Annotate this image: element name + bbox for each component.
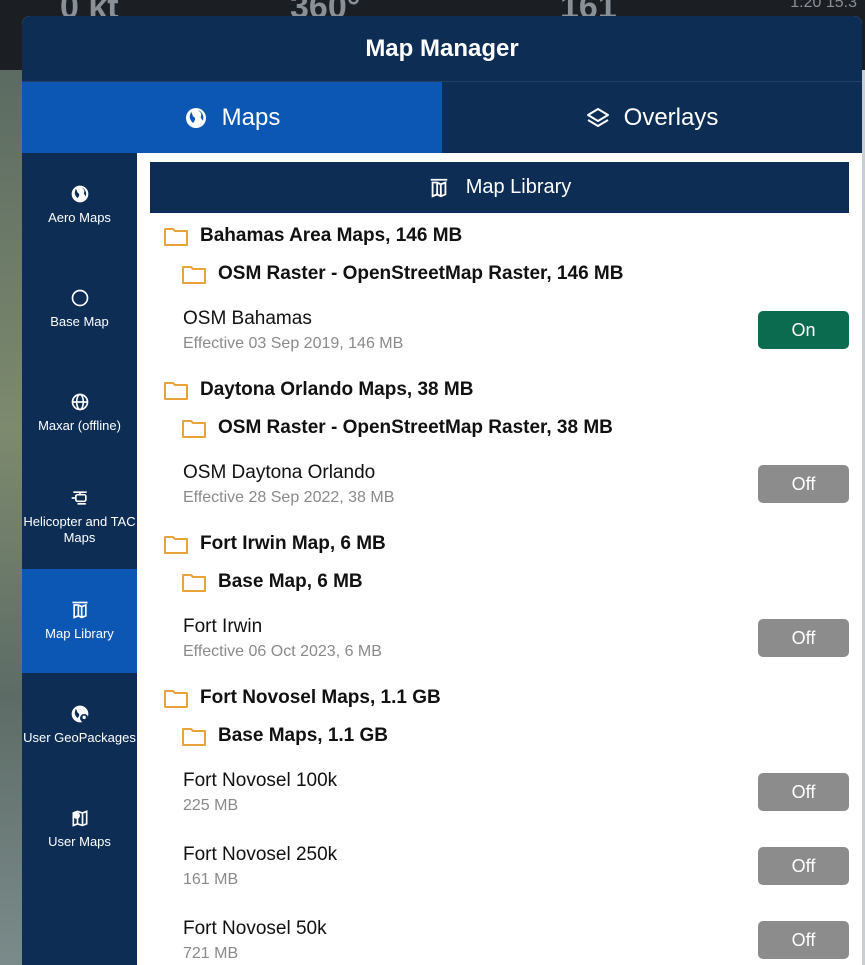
tab-overlays[interactable]: Overlays (442, 82, 862, 153)
map-detail: Effective 03 Sep 2019, 146 MB (183, 334, 404, 352)
map-library-header: Map Library (150, 162, 849, 213)
folder-icon (164, 228, 188, 246)
subfolder-label: OSM Raster - OpenStreetMap Raster, 38 MB (218, 417, 613, 438)
sidebar-item-label: Maxar (offline) (38, 418, 121, 433)
map-row: Fort Novosel 100k 225 MB Off (150, 755, 849, 829)
circle-icon (71, 289, 88, 307)
map-row: Fort Novosel 50k 721 MB Off (150, 903, 849, 965)
background-clock: 1:20 15:3 (790, 0, 857, 11)
folder-icon (182, 728, 206, 746)
sidebar-item-label: Map Library (45, 626, 114, 641)
map-detail: 721 MB (183, 944, 239, 962)
map-toggle-button[interactable]: Off (758, 465, 849, 503)
subfolder-row[interactable]: Base Maps, 1.1 GB (150, 717, 849, 755)
globe-grid-icon (71, 393, 88, 411)
layers-icon (586, 107, 609, 127)
folder-icon (182, 420, 206, 438)
map-detail: Effective 28 Sep 2022, 38 MB (183, 488, 395, 506)
sidebar-item-helicopter-tac[interactable]: Helicopter and TAC Maps (22, 465, 137, 569)
sidebar: Aero Maps Base Map Maxar (offline) Helic… (22, 153, 137, 965)
map-row: OSM Bahamas Effective 03 Sep 2019, 146 M… (150, 293, 849, 367)
background-map-strip (0, 70, 22, 965)
map-name: OSM Daytona Orlando (183, 461, 376, 483)
page-title: Map Manager (22, 16, 862, 82)
map-toggle-button[interactable]: On (758, 311, 849, 349)
globe-filled-icon (71, 185, 88, 203)
map-library-title: Map Library (465, 176, 572, 198)
map-toggle-button[interactable]: Off (758, 773, 849, 811)
subfolder-row[interactable]: OSM Raster - OpenStreetMap Raster, 38 MB (150, 409, 849, 447)
segmented-tabs: Maps Overlays (22, 82, 862, 153)
folder-icon (164, 536, 188, 554)
tab-maps[interactable]: Maps (22, 82, 442, 153)
map-library-icon (430, 178, 447, 198)
user-globe-icon (71, 705, 88, 723)
sidebar-item-label: User GeoPackages (23, 730, 136, 745)
map-manager-panel: Map Manager Maps Overlays Aero Maps Base… (22, 16, 862, 965)
folder-label: Bahamas Area Maps, 146 MB (200, 225, 463, 246)
folder-label: Fort Novosel Maps, 1.1 GB (200, 687, 441, 708)
subfolder-label: OSM Raster - OpenStreetMap Raster, 146 M… (218, 263, 624, 284)
globe-icon (185, 107, 206, 128)
sidebar-item-label: Helicopter and TAC Maps (23, 514, 136, 545)
tab-maps-label: Maps (221, 103, 281, 131)
sidebar-item-map-library[interactable]: Map Library (22, 569, 137, 673)
sidebar-item-base-map[interactable]: Base Map (22, 257, 137, 361)
sidebar-item-aero-maps[interactable]: Aero Maps (22, 153, 137, 257)
map-detail: Effective 06 Oct 2023, 6 MB (183, 642, 382, 660)
subfolder-row[interactable]: Base Map, 6 MB (150, 563, 849, 601)
map-detail: 225 MB (183, 796, 239, 814)
map-toggle-button[interactable]: Off (758, 921, 849, 959)
map-name: Fort Novosel 100k (183, 769, 338, 791)
sidebar-item-label: Aero Maps (48, 210, 111, 225)
map-row: Fort Irwin Effective 06 Oct 2023, 6 MB O… (150, 601, 849, 675)
map-toggle-button[interactable]: Off (758, 847, 849, 885)
subfolder-label: Base Maps, 1.1 GB (218, 725, 389, 746)
subfolder-row[interactable]: OSM Raster - OpenStreetMap Raster, 146 M… (150, 255, 849, 293)
folder-icon (164, 382, 188, 400)
sidebar-item-user-maps[interactable]: User Maps (22, 777, 137, 881)
map-detail: 161 MB (183, 870, 239, 888)
folder-icon (164, 690, 188, 708)
map-name: Fort Irwin (183, 615, 263, 637)
map-library-content: Map Library Bahamas Area Maps, 146 MB OS… (137, 153, 862, 965)
map-library-icon (72, 601, 87, 619)
subfolder-label: Base Map, 6 MB (218, 571, 363, 592)
map-toggle-button[interactable]: Off (758, 619, 849, 657)
sidebar-item-maxar[interactable]: Maxar (offline) (22, 361, 137, 465)
folder-icon (182, 574, 206, 592)
user-map-icon (72, 810, 87, 827)
folder-row[interactable]: Fort Irwin Map, 6 MB (150, 525, 849, 563)
sidebar-item-label: User Maps (48, 834, 111, 849)
map-name: Fort Novosel 50k (183, 917, 327, 939)
map-row: Fort Novosel 250k 161 MB Off (150, 829, 849, 903)
folder-row[interactable]: Fort Novosel Maps, 1.1 GB (150, 679, 849, 717)
folder-label: Daytona Orlando Maps, 38 MB (200, 379, 474, 400)
folder-row[interactable]: Bahamas Area Maps, 146 MB (150, 217, 849, 255)
folder-icon (182, 266, 206, 284)
sidebar-item-user-geopackages[interactable]: User GeoPackages (22, 673, 137, 777)
helicopter-icon (71, 491, 87, 505)
folder-label: Fort Irwin Map, 6 MB (200, 533, 386, 554)
tab-overlays-label: Overlays (623, 103, 719, 131)
sidebar-item-label: Base Map (50, 314, 109, 329)
map-name: Fort Novosel 250k (183, 843, 338, 865)
map-name: OSM Bahamas (183, 307, 312, 329)
folder-row[interactable]: Daytona Orlando Maps, 38 MB (150, 371, 849, 409)
map-row: OSM Daytona Orlando Effective 28 Sep 202… (150, 447, 849, 521)
